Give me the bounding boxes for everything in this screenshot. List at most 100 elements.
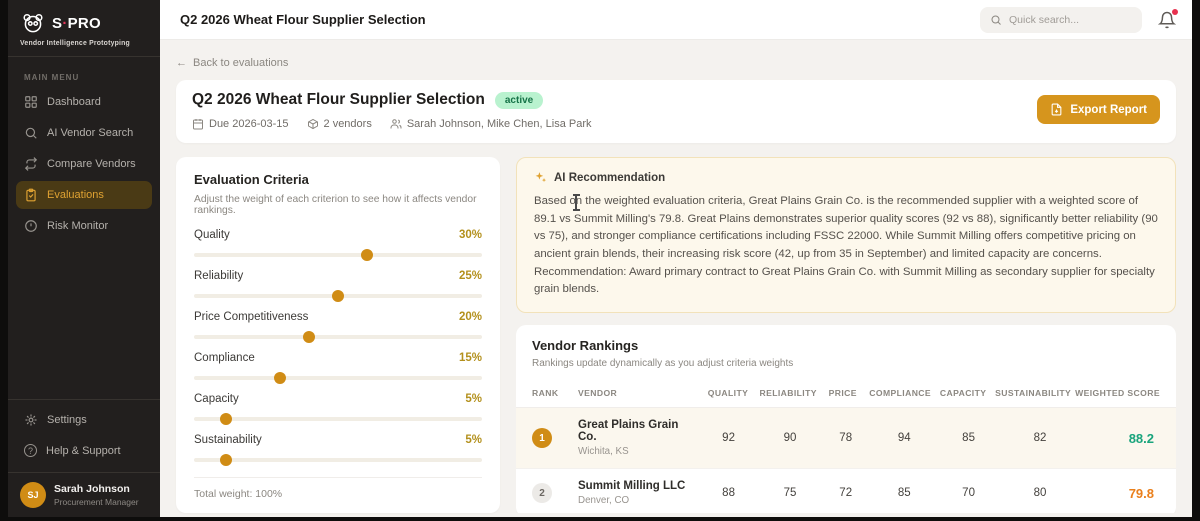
vendor-location: Denver, CO: [578, 495, 700, 506]
compliance-slider[interactable]: [194, 376, 482, 380]
criteria-subtitle: Adjust the weight of each criterion to s…: [194, 194, 482, 216]
table-row-great-plains[interactable]: 1 Great Plains Grain Co. Wichita, KS 92 …: [516, 408, 1176, 469]
spro-mascot-logo-icon: [20, 10, 46, 36]
criterion-weight: 5%: [465, 434, 482, 446]
team-members: Sarah Johnson, Mike Chen, Lisa Park: [390, 118, 592, 130]
topbar: Q2 2026 Wheat Flour Supplier Selection: [160, 0, 1192, 40]
reliability-score: 90: [757, 432, 823, 444]
slider-thumb[interactable]: [332, 290, 344, 302]
user-profile[interactable]: SJ Sarah Johnson Procurement Manager: [8, 472, 160, 517]
slider-thumb[interactable]: [274, 372, 286, 384]
vendor-name: Summit Milling LLC: [578, 480, 700, 492]
weighted-score: 79.8: [1083, 486, 1160, 501]
criterion-price: Price Competitiveness 20%: [194, 311, 482, 339]
total-weight: Total weight: 100%: [194, 477, 482, 500]
criterion-compliance: Compliance15%: [194, 352, 482, 380]
sidebar-item-label: AI Vendor Search: [47, 127, 133, 139]
sidebar-item-help-support[interactable]: ? Help & Support: [16, 437, 152, 464]
sidebar-item-label: Compare Vendors: [47, 158, 136, 170]
price-slider[interactable]: [194, 335, 482, 339]
criteria-title: Evaluation Criteria: [194, 172, 482, 187]
rank-badge: 2: [532, 483, 552, 503]
app-window: S·PRO Vendor Intelligence Prototyping MA…: [8, 0, 1192, 517]
slider-thumb[interactable]: [303, 331, 315, 343]
compliance-score: 94: [869, 432, 940, 444]
criterion-label: Compliance: [194, 352, 255, 364]
rank-badge: 1: [532, 428, 552, 448]
price-score: 78: [823, 432, 869, 444]
quality-slider[interactable]: [194, 253, 482, 257]
slider-thumb[interactable]: [361, 249, 373, 261]
quality-score: 92: [700, 432, 757, 444]
slider-thumb[interactable]: [220, 454, 232, 466]
status-badge: active: [495, 92, 543, 109]
column-header: RANK: [532, 388, 578, 398]
sustainability-score: 80: [997, 487, 1083, 499]
vendor-location: Wichita, KS: [578, 446, 700, 457]
logo-block: S·PRO Vendor Intelligence Prototyping: [8, 0, 160, 57]
column-header: VENDOR: [578, 388, 700, 398]
search-icon: [24, 126, 38, 140]
search-input[interactable]: [1009, 14, 1132, 26]
logo-text: S·PRO: [52, 15, 101, 32]
vendor-rankings-panel: Vendor Rankings Rankings update dynamica…: [516, 325, 1176, 513]
slider-thumb[interactable]: [220, 413, 232, 425]
table-header-row: RANK VENDOR QUALITY RELIABILITY PRICE CO…: [516, 379, 1176, 408]
sidebar-item-evaluations[interactable]: Evaluations: [16, 181, 152, 209]
sidebar-item-compare-vendors[interactable]: Compare Vendors: [16, 150, 152, 178]
back-arrow-icon: ←: [176, 57, 187, 69]
user-role: Procurement Manager: [54, 497, 139, 507]
column-header: RELIABILITY: [756, 388, 820, 398]
sidebar-item-label: Evaluations: [47, 189, 104, 201]
package-icon: [307, 118, 319, 130]
criterion-label: Capacity: [194, 393, 239, 405]
capacity-score: 85: [940, 432, 997, 444]
quick-search[interactable]: [980, 7, 1142, 33]
sidebar-item-label: Risk Monitor: [47, 220, 108, 232]
user-name: Sarah Johnson: [54, 483, 139, 495]
ai-recommendation-panel: AI Recommendation Based on the weighted …: [516, 157, 1176, 313]
criterion-weight: 5%: [465, 393, 482, 405]
sustainability-slider[interactable]: [194, 458, 482, 462]
calendar-icon: [192, 118, 204, 130]
criterion-capacity: Capacity 5%: [194, 393, 482, 421]
clipboard-icon: [24, 188, 38, 202]
logo-tagline: Vendor Intelligence Prototyping: [20, 40, 148, 47]
sidebar-item-dashboard[interactable]: Dashboard: [16, 88, 152, 116]
compare-arrows-icon: [24, 157, 38, 171]
column-header: WEIGHTED SCORE: [1075, 388, 1160, 398]
criterion-quality: Quality30%: [194, 229, 482, 257]
reliability-score: 75: [757, 487, 823, 499]
reliability-slider[interactable]: [194, 294, 482, 298]
sidebar-item-label: Dashboard: [47, 96, 101, 108]
dashboard-grid-icon: [24, 95, 38, 109]
users-icon: [390, 118, 402, 130]
criterion-weight: 30%: [459, 229, 482, 241]
sparkles-icon: [534, 171, 547, 184]
notifications-bell[interactable]: [1158, 11, 1176, 29]
criterion-reliability: Reliability25%: [194, 270, 482, 298]
criterion-weight: 20%: [459, 311, 482, 323]
sidebar-item-risk-monitor[interactable]: Risk Monitor: [16, 212, 152, 240]
content-area: ← Back to evaluations Q2 2026 Wheat Flou…: [160, 40, 1192, 517]
price-score: 72: [823, 487, 869, 499]
column-header: PRICE: [820, 388, 865, 398]
screen-frame: S·PRO Vendor Intelligence Prototyping MA…: [0, 0, 1200, 521]
column-header: CAPACITY: [935, 388, 991, 398]
sidebar-item-label: Help & Support: [46, 445, 121, 457]
file-icon: [1050, 103, 1063, 116]
avatar: SJ: [20, 482, 46, 508]
main-area: Q2 2026 Wheat Flour Supplier Selection ←…: [160, 0, 1192, 517]
capacity-score: 70: [940, 487, 997, 499]
topbar-title: Q2 2026 Wheat Flour Supplier Selection: [180, 12, 964, 27]
export-report-button[interactable]: Export Report: [1037, 95, 1160, 124]
gear-icon: [24, 413, 38, 427]
capacity-slider[interactable]: [194, 417, 482, 421]
table-row-summit-milling[interactable]: 2 Summit Milling LLC Denver, CO 88 75 72…: [516, 469, 1176, 513]
criterion-label: Price Competitiveness: [194, 311, 308, 323]
sidebar-item-settings[interactable]: Settings: [16, 406, 152, 434]
back-to-evaluations-link[interactable]: ← Back to evaluations: [176, 57, 288, 69]
ai-recommendation-title: AI Recommendation: [554, 172, 665, 184]
sidebar: S·PRO Vendor Intelligence Prototyping MA…: [8, 0, 160, 517]
sidebar-item-ai-vendor-search[interactable]: AI Vendor Search: [16, 119, 152, 147]
